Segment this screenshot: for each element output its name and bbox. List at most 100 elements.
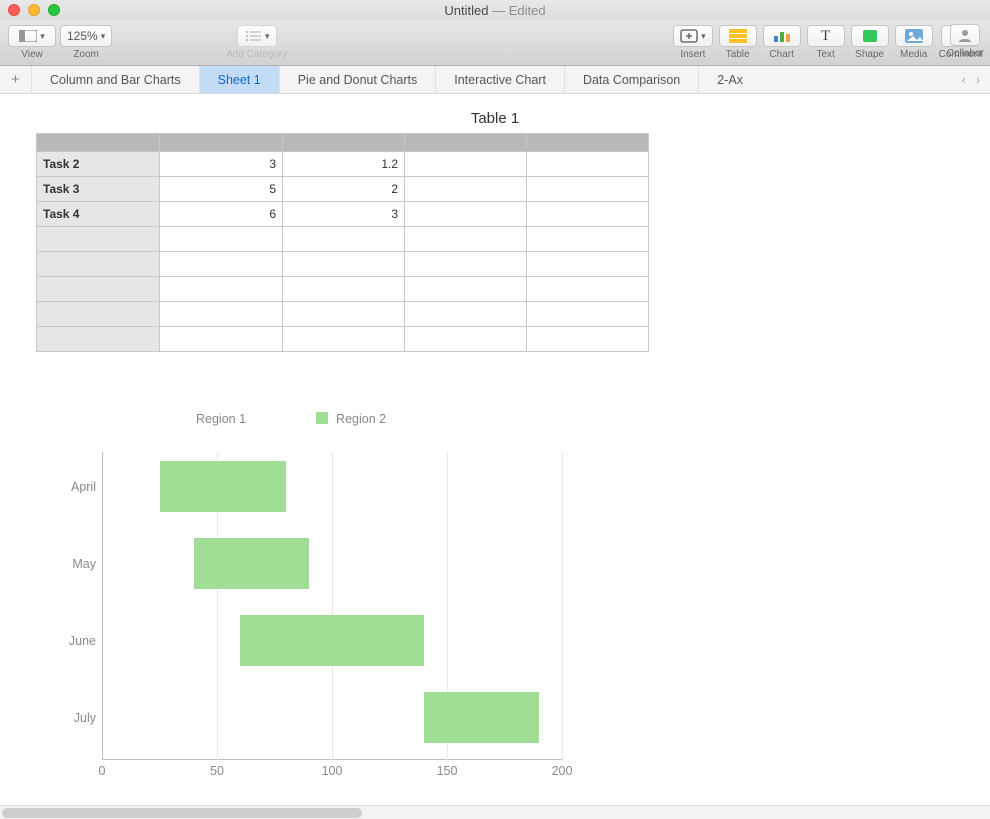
collaborate-label: Collabor xyxy=(947,48,984,59)
cell[interactable] xyxy=(405,202,527,227)
cell[interactable] xyxy=(405,177,527,202)
row-header[interactable] xyxy=(37,327,160,352)
insert-button[interactable]: ▾ xyxy=(673,25,713,47)
cell[interactable]: 3 xyxy=(283,202,405,227)
cell[interactable] xyxy=(405,152,527,177)
cell[interactable] xyxy=(283,227,405,252)
table-button[interactable] xyxy=(719,25,757,47)
shape-button[interactable] xyxy=(851,25,889,47)
chart-button[interactable] xyxy=(763,25,801,47)
bar-region-2[interactable] xyxy=(424,692,539,743)
cell[interactable]: 2 xyxy=(283,177,405,202)
tab-interactive[interactable]: Interactive Chart xyxy=(436,66,565,93)
cell[interactable] xyxy=(283,277,405,302)
spreadsheet-table[interactable]: Task 2 3 1.2 Task 3 5 2 Task 4 6 3 xyxy=(36,133,649,352)
bar-region-2[interactable] xyxy=(240,615,424,666)
legend-region-1[interactable]: Region 1 xyxy=(196,412,246,426)
cell[interactable] xyxy=(527,302,649,327)
add-category-label: Add Category xyxy=(226,49,287,60)
table-row[interactable] xyxy=(37,327,649,352)
table-row[interactable]: Task 3 5 2 xyxy=(37,177,649,202)
row-header[interactable] xyxy=(37,302,160,327)
tab-sheet-1[interactable]: Sheet 1 xyxy=(200,66,280,93)
tab-2-axis[interactable]: 2-Ax xyxy=(699,66,761,93)
cell[interactable] xyxy=(527,277,649,302)
view-button[interactable]: ▾ xyxy=(8,25,56,47)
row-header[interactable]: Task 4 xyxy=(37,202,160,227)
cell[interactable] xyxy=(405,327,527,352)
cell[interactable] xyxy=(283,252,405,277)
bar-region-2[interactable] xyxy=(160,461,287,512)
tab-data-comparison[interactable]: Data Comparison xyxy=(565,66,699,93)
collaborate-button[interactable] xyxy=(950,24,980,46)
legend-label: Region 1 xyxy=(196,412,246,426)
cell[interactable]: 5 xyxy=(160,177,283,202)
cell[interactable]: 1.2 xyxy=(283,152,405,177)
category-label: April xyxy=(52,480,96,494)
chevron-right-icon[interactable]: › xyxy=(976,73,980,87)
tab-column-bar[interactable]: Column and Bar Charts xyxy=(32,66,200,93)
gridline xyxy=(562,452,563,760)
x-ticks: 050100150200 xyxy=(102,762,562,782)
cell[interactable] xyxy=(405,252,527,277)
add-category-button[interactable]: ▾ xyxy=(237,25,277,47)
table-row[interactable] xyxy=(37,302,649,327)
chart-legend[interactable]: Region 1 Region 2 xyxy=(196,412,954,426)
cell[interactable]: 3 xyxy=(160,152,283,177)
cell[interactable] xyxy=(527,252,649,277)
add-sheet-button[interactable]: + xyxy=(0,66,32,93)
text-button[interactable]: T xyxy=(807,25,845,47)
tab-label: Data Comparison xyxy=(583,73,680,87)
cell[interactable] xyxy=(527,227,649,252)
col-header[interactable] xyxy=(283,134,405,152)
chevron-left-icon[interactable]: ‹ xyxy=(962,73,966,87)
cell[interactable]: 6 xyxy=(160,202,283,227)
table-row[interactable]: Task 4 6 3 xyxy=(37,202,649,227)
scrollbar-thumb[interactable] xyxy=(2,808,362,818)
table-header-row[interactable] xyxy=(37,134,649,152)
chart-plot[interactable]: 050100150200 AprilMayJuneJuly xyxy=(52,452,572,782)
cell[interactable] xyxy=(160,302,283,327)
table-row[interactable]: Task 2 3 1.2 xyxy=(37,152,649,177)
table-icon xyxy=(729,29,747,43)
cell[interactable] xyxy=(405,277,527,302)
corner-cell[interactable] xyxy=(37,134,160,152)
col-header[interactable] xyxy=(405,134,527,152)
chart-icon xyxy=(773,29,791,43)
cell[interactable] xyxy=(527,327,649,352)
tab-label: Sheet 1 xyxy=(218,73,261,87)
cell[interactable] xyxy=(527,177,649,202)
table-row[interactable] xyxy=(37,227,649,252)
category-label: May xyxy=(52,557,96,571)
row-header[interactable] xyxy=(37,252,160,277)
legend-region-2[interactable]: Region 2 xyxy=(316,412,386,426)
col-header[interactable] xyxy=(160,134,283,152)
table-row[interactable] xyxy=(37,277,649,302)
cell[interactable] xyxy=(160,277,283,302)
cell[interactable] xyxy=(527,202,649,227)
bar-region-2[interactable] xyxy=(194,538,309,589)
horizontal-scrollbar[interactable] xyxy=(0,805,990,819)
cell[interactable] xyxy=(160,252,283,277)
canvas[interactable]: Table 1 Task 2 3 1.2 Task 3 5 2 Task 4 xyxy=(0,94,990,819)
tab-label: 2-Ax xyxy=(717,73,743,87)
table-row[interactable] xyxy=(37,252,649,277)
tab-pie-donut[interactable]: Pie and Donut Charts xyxy=(280,66,437,93)
col-header[interactable] xyxy=(527,134,649,152)
cell[interactable] xyxy=(283,302,405,327)
zoom-button[interactable]: 125% ▾ xyxy=(60,25,112,47)
table-title[interactable]: Table 1 xyxy=(36,110,954,127)
cell[interactable] xyxy=(160,327,283,352)
view-label: View xyxy=(21,49,43,60)
cell[interactable] xyxy=(160,227,283,252)
row-header[interactable]: Task 2 xyxy=(37,152,160,177)
cell[interactable] xyxy=(405,302,527,327)
media-button[interactable] xyxy=(895,25,933,47)
cell[interactable] xyxy=(405,227,527,252)
chart[interactable]: Region 1 Region 2 050100150200 AprilMayJ… xyxy=(28,412,954,782)
row-header[interactable] xyxy=(37,277,160,302)
row-header[interactable]: Task 3 xyxy=(37,177,160,202)
row-header[interactable] xyxy=(37,227,160,252)
cell[interactable] xyxy=(283,327,405,352)
cell[interactable] xyxy=(527,152,649,177)
